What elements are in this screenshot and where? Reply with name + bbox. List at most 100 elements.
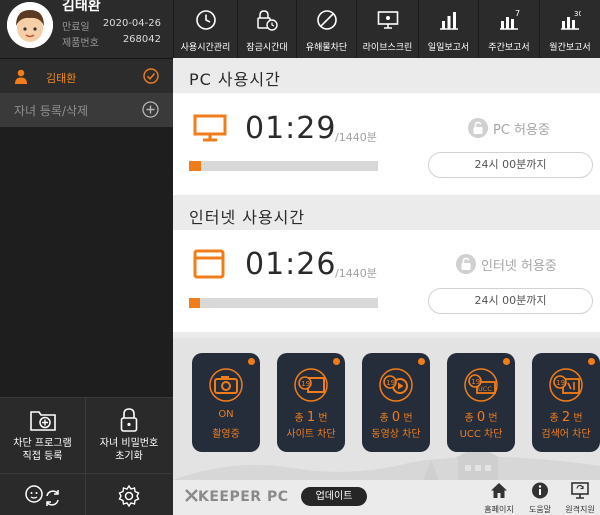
pc-usage-card: 01:29 /1440분 PC 허용중 24시 00분까지 (173, 93, 600, 195)
pc-allow-until: 24시 00분까지 (428, 152, 593, 178)
update-button[interactable]: 업데이트 (301, 487, 367, 506)
tile-search-count: 총 2 번 (532, 409, 600, 425)
pc-usage-progress-fill (189, 161, 201, 171)
internet-allow-status-text: 인터넷 허용중 (481, 259, 557, 274)
brand-logo: KEEPER PC (185, 489, 289, 505)
child-sync-button[interactable] (0, 474, 86, 515)
tile-site-count: 총 1 번 (277, 409, 345, 425)
pc-usage-progress (189, 161, 378, 171)
weekly-report-icon: 7 (500, 9, 520, 30)
child-sync-icon (24, 485, 59, 506)
person-icon (15, 69, 27, 84)
tile-video-label: 동영상 차단 (371, 429, 421, 440)
remote-support-label: 원격지원 (565, 505, 595, 514)
pc-monitor-icon (193, 114, 227, 142)
pc-allow-status-text: PC 허용중 (493, 123, 550, 138)
monthly-report-label: 월간보고서 (549, 43, 591, 53)
tile-video-prefix: 총 (379, 413, 389, 424)
tile-search-indicator (588, 358, 595, 365)
live-screen-label: 라이브스크린 (362, 43, 413, 53)
child-item[interactable]: 김태환 (0, 58, 173, 93)
pc-usage-total: /1440분 (335, 131, 377, 144)
tile-site-count-number: 1 (306, 410, 316, 425)
reset-child-password-button[interactable]: 자녀 비밀번호 초기화 (86, 398, 172, 474)
expiry-label: 만료일 (62, 22, 90, 33)
internet-usage-card: 01:26 /1440분 인터넷 허용중 24시 00분까지 (173, 230, 600, 332)
brand-name: KEEPER PC (198, 489, 289, 505)
tile-site-label: 사이트 차단 (286, 429, 336, 440)
daily-report-button[interactable]: 일일보고서 (418, 0, 478, 58)
weekly-badge: 7 (515, 9, 520, 18)
main-panel: PC 사용시간 01:29 /1440분 PC 허용중 24시 00분까지 인터… (173, 58, 600, 515)
site-block-icon: 19 (294, 368, 328, 402)
folder-add-icon (29, 411, 56, 431)
usage-time-button[interactable]: 사용시간관리 (173, 0, 237, 58)
register-block-program-label-2: 직접 등록 (22, 451, 63, 462)
video-block-icon: 19 (379, 368, 413, 402)
tile-video-suffix: 번 (403, 413, 413, 424)
internet-usage-progress (189, 298, 378, 308)
clock-icon (195, 10, 216, 30)
tile-video-block[interactable]: 19 총 0 번 동영상 차단 (362, 353, 430, 452)
tile-site-suffix: 번 (318, 413, 328, 424)
tile-site-block[interactable]: 19 총 1 번 사이트 차단 (277, 353, 345, 452)
sidebar-bottom: 차단 프로그램 직접 등록 자녀 비밀번호 초기화 (0, 397, 173, 515)
internet-usage-title: 인터넷 사용시간 (189, 208, 306, 227)
tile-ucc-prefix: 총 (464, 413, 474, 424)
tile-camera-indicator (248, 358, 255, 365)
tile-camera-label: 촬영중 (212, 429, 240, 440)
tile-search-count-number: 2 (561, 410, 571, 425)
help-button[interactable]: 도움말 (520, 482, 560, 515)
help-label: 도움말 (528, 505, 552, 514)
harmful-block-label: 유해물차단 (305, 43, 348, 53)
internet-usage-total: /1440분 (335, 267, 377, 280)
monthly-report-button[interactable]: 30 월간보고서 (539, 0, 600, 58)
homepage-button[interactable]: 홈페이지 (479, 482, 519, 515)
usage-time-label: 사용시간관리 (180, 43, 231, 53)
tile-ucc-label: UCC 차단 (459, 429, 503, 440)
remote-support-button[interactable]: 원격지원 (560, 482, 600, 515)
tile-ucc-suffix: 번 (488, 413, 498, 424)
settings-button[interactable] (86, 474, 172, 515)
weekly-report-button[interactable]: 7 주간보고서 (478, 0, 539, 58)
weekly-report-label: 주간보고서 (488, 43, 530, 53)
svg-text:19: 19 (471, 378, 480, 386)
browser-window-icon (193, 249, 225, 279)
tile-search-label: 검색어 차단 (541, 429, 591, 440)
live-screen-button[interactable]: 라이브스크린 (356, 0, 418, 58)
pc-usage-title: PC 사용시간 (189, 70, 281, 89)
child-name: 김태환 (46, 72, 77, 85)
tile-search-word-block[interactable]: 19 총 2 번 검색어 차단 (532, 353, 600, 452)
tile-camera-status: ON (218, 409, 234, 420)
child-register-button[interactable]: 자녀 등록/삭제 (0, 93, 173, 127)
tile-site-prefix: 총 (294, 413, 304, 424)
padlock-icon (120, 408, 138, 432)
internet-allow-status: 인터넷 허용중 (456, 254, 557, 274)
monthly-report-icon: 30 (561, 10, 581, 30)
svg-text:19: 19 (301, 380, 310, 388)
tile-ucc-block[interactable]: UCC 19 총 0 번 UCC 차단 (447, 353, 515, 452)
svg-text:19: 19 (556, 379, 565, 387)
tile-video-count: 총 0 번 (362, 409, 430, 425)
pc-allow-status: PC 허용중 (468, 118, 550, 138)
footer-bar: KEEPER PC 업데이트 홈페이지 도움말 원격지원 (173, 480, 600, 515)
remote-support-icon (571, 482, 589, 499)
child-register-label: 자녀 등록/삭제 (14, 104, 89, 118)
expiry-date: 2020-04-26 (102, 18, 161, 29)
plus-circle-icon (142, 101, 159, 118)
avatar (7, 2, 53, 48)
unlock-circle-icon (456, 254, 476, 274)
tile-video-count-number: 0 (391, 410, 401, 425)
info-icon (532, 482, 548, 499)
lock-schedule-button[interactable]: 잠금시간대 (237, 0, 296, 58)
tile-search-prefix: 총 (549, 413, 559, 424)
x-logo-icon (185, 489, 198, 502)
tile-camera[interactable]: ON 촬영중 (192, 353, 260, 452)
harmful-block-button[interactable]: 유해물차단 (296, 0, 356, 58)
register-block-program-button[interactable]: 차단 프로그램 직접 등록 (0, 398, 86, 474)
user-name: 김태환 (62, 0, 101, 14)
tile-ucc-count-number: 0 (476, 410, 486, 425)
block-summary-tiles: ON 촬영중 19 총 1 번 사이트 차단 19 총 0 번 동영상 차단 U… (173, 338, 600, 480)
daily-report-icon (439, 12, 458, 30)
lock-clock-icon (257, 10, 278, 31)
